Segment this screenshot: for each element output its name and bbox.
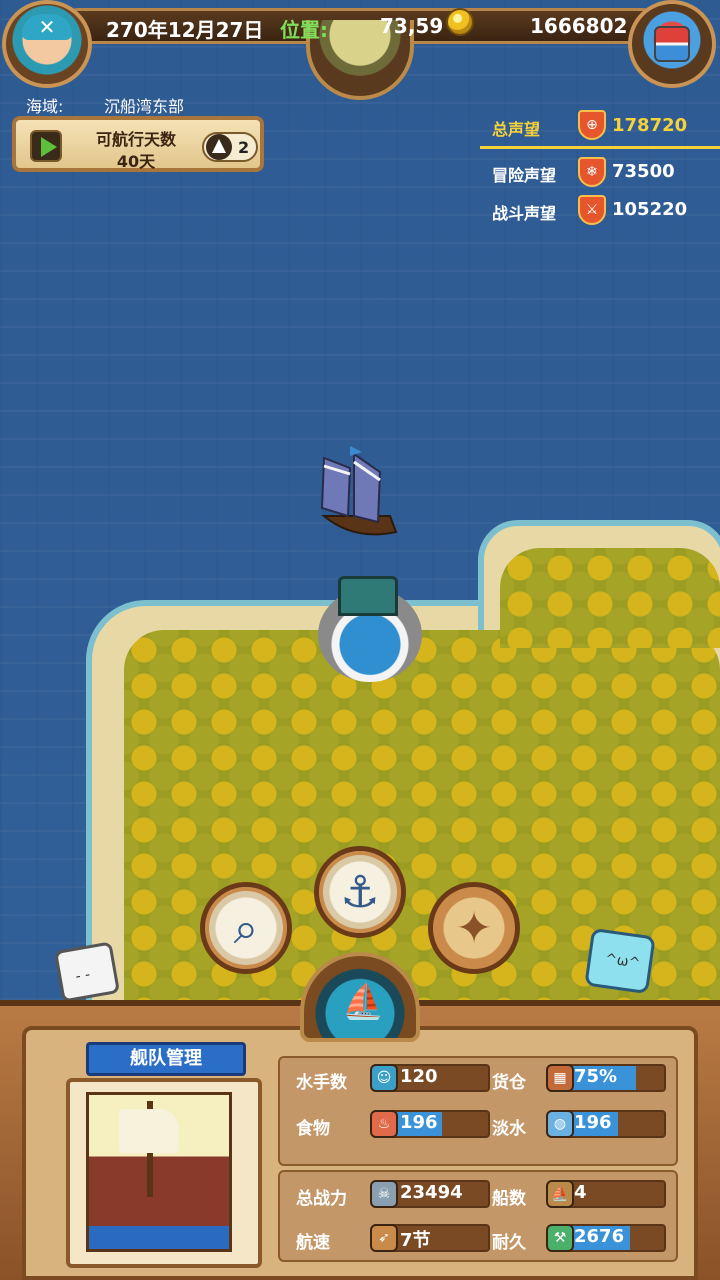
port-building-icon: [338, 576, 398, 616]
play-button[interactable]: [30, 130, 62, 162]
water-label: 淡水: [492, 1119, 526, 1139]
cat-face-icon: ^ω^: [604, 950, 642, 972]
food-label: 食物: [296, 1119, 330, 1139]
adventure-reputation-label: 冒险声望: [492, 166, 557, 185]
total-reputation-label: 总声望: [492, 120, 541, 139]
total-power-value: 23494: [400, 1182, 463, 1203]
crate-icon: ▦: [546, 1064, 574, 1092]
treasure-chest-icon: [654, 26, 690, 62]
skull-bandana-icon: ✕: [22, 14, 72, 40]
gold-amount: 1666802: [530, 14, 628, 38]
spyglass-icon: ⌕: [233, 902, 259, 954]
spyglass-button[interactable]: ⌕: [200, 882, 292, 974]
game-date: 270年12月27日: [106, 18, 264, 42]
sea-area-name: 沉船湾东部: [104, 97, 185, 116]
navigation-count: 2: [238, 138, 250, 157]
ships-value: 4: [574, 1182, 587, 1203]
sailboat-icon: ⛵: [342, 982, 385, 1022]
crossed-swords-icon: ⚔: [578, 195, 606, 225]
flagship-portrait[interactable]: [86, 1092, 232, 1252]
map-icon: ✦: [455, 902, 493, 954]
battle-reputation-value: 105220: [612, 199, 688, 220]
voyage-days-title: 可航行天数: [95, 130, 176, 149]
fleet-management-title[interactable]: 舰队管理: [86, 1042, 246, 1076]
small-ship-icon: ⛵: [546, 1180, 574, 1208]
durability-value: 2676: [574, 1226, 625, 1247]
ghost-mascot[interactable]: - -: [53, 941, 121, 1003]
sea-area-label: 海域:: [26, 97, 64, 116]
navigation-badge[interactable]: 2: [202, 132, 258, 162]
food-value: 196: [400, 1112, 438, 1133]
adventure-reputation-value: 73500: [612, 161, 675, 182]
cargo-value: 75%: [574, 1066, 618, 1087]
compass-arrow-icon: [206, 134, 232, 160]
skull-swords-icon: ☠: [370, 1180, 398, 1208]
sailing-speed-icon: ➶: [370, 1224, 398, 1252]
reputation-shield-icon: ⊕: [578, 110, 606, 140]
world-map-button[interactable]: ✦: [428, 882, 520, 974]
durability-label: 耐久: [492, 1233, 526, 1253]
voyage-days-value: 40天: [116, 152, 156, 171]
anchor-button[interactable]: ⚓: [314, 846, 406, 938]
gold-coin-icon: [446, 8, 474, 36]
total-reputation-value: 178720: [612, 115, 688, 136]
player-ship[interactable]: [314, 446, 400, 542]
position-value: 73,59: [380, 14, 444, 38]
speed-value: 7节: [400, 1230, 431, 1251]
position-label: 位置:: [280, 18, 328, 42]
sailors-label: 水手数: [296, 1073, 347, 1093]
anchor-icon: ⚓: [340, 866, 380, 918]
sailors-value: 120: [400, 1066, 438, 1087]
treasure-chest-button[interactable]: [628, 0, 716, 88]
cat-mascot[interactable]: ^ω^: [584, 927, 656, 995]
meat-icon: ♨: [370, 1110, 398, 1138]
cargo-label: 货仓: [492, 1073, 526, 1093]
speed-label: 航速: [296, 1233, 330, 1253]
forest-upper: [500, 548, 720, 648]
water-jar-icon: ◍: [546, 1110, 574, 1138]
sailor-icon: ☺: [370, 1064, 398, 1092]
voyage-days-panel: 可航行天数 40天 2: [12, 116, 264, 172]
battle-reputation-label: 战斗声望: [492, 204, 557, 223]
captain-avatar[interactable]: ✕: [2, 0, 92, 88]
ghost-face-icon: - -: [74, 966, 92, 985]
water-value: 196: [574, 1112, 612, 1133]
total-power-label: 总战力: [296, 1189, 347, 1209]
ships-label: 船数: [492, 1189, 526, 1209]
repair-ship-icon: ⚒: [546, 1224, 574, 1252]
snowflake-icon: ❄: [578, 157, 606, 187]
reputation-divider: [480, 146, 720, 149]
